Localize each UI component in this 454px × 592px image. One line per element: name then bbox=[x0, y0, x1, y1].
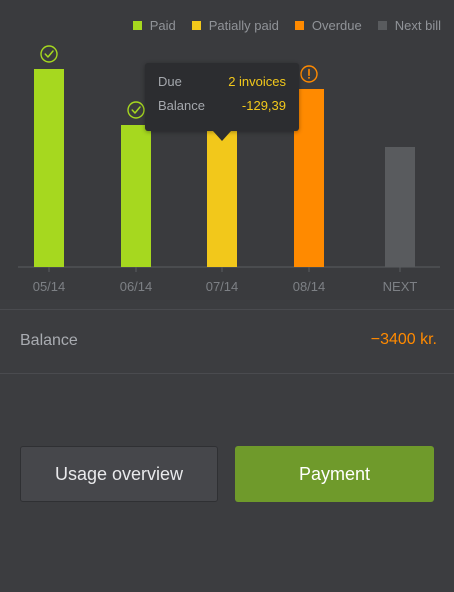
tooltip-balance-label: Balance bbox=[158, 98, 205, 113]
legend-item-partially-paid: Patially paid bbox=[191, 18, 279, 33]
bar-05-14[interactable] bbox=[34, 69, 64, 267]
legend-label-paid: Paid bbox=[149, 18, 176, 33]
bar-next[interactable] bbox=[385, 147, 415, 267]
balance-amount: −3400 kr. bbox=[370, 331, 437, 348]
x-tick-label-06-14: 06/14 bbox=[120, 279, 153, 294]
legend-item-next-bill: Next bill bbox=[377, 18, 441, 33]
legend-label-overdue: Overdue bbox=[311, 18, 362, 33]
billing-chart: 05/14 06/14 07/14 08/14 NEXT Paid Patially p… bbox=[0, 0, 454, 300]
billing-screen: 05/14 06/14 07/14 08/14 NEXT Paid Patially p… bbox=[0, 0, 454, 592]
x-tick-label-08-14: 08/14 bbox=[293, 279, 326, 294]
x-tick-label-next: NEXT bbox=[383, 279, 418, 294]
payment-button[interactable]: Payment bbox=[235, 446, 434, 502]
bar-07-14[interactable] bbox=[207, 129, 237, 267]
bar-tooltip: Due 2 invoices Balance -129,39 bbox=[145, 63, 299, 141]
tooltip-due-value: 2 invoices bbox=[228, 74, 286, 89]
balance-label: Balance bbox=[20, 332, 78, 349]
x-tick-label-05-14: 05/14 bbox=[33, 279, 66, 294]
bar-06-14[interactable] bbox=[121, 125, 151, 267]
legend-swatch-partially-paid bbox=[191, 21, 201, 30]
legend-label-partially-paid: Patially paid bbox=[208, 18, 279, 33]
overdue-alert-icon-08-14 bbox=[300, 65, 318, 83]
x-tick-label-07-14: 07/14 bbox=[206, 279, 239, 294]
tooltip-due-row: Due 2 invoices bbox=[158, 74, 286, 89]
tooltip-due-label: Due bbox=[158, 74, 182, 89]
bar-chart-svg: 05/14 06/14 07/14 08/14 NEXT bbox=[18, 45, 440, 294]
usage-overview-button[interactable]: Usage overview bbox=[20, 446, 218, 502]
paid-check-icon-06-14 bbox=[127, 101, 145, 119]
balance-row: Balance −3400 kr. bbox=[0, 309, 454, 374]
legend-label-next-bill: Next bill bbox=[394, 18, 441, 33]
chart-legend: Paid Patially paid Overdue Next bill bbox=[132, 18, 441, 33]
tooltip-balance-value: -129,39 bbox=[241, 98, 286, 113]
paid-check-icon-05-14 bbox=[40, 45, 58, 63]
legend-swatch-overdue bbox=[294, 21, 304, 30]
legend-swatch-next-bill bbox=[377, 21, 387, 30]
tooltip-balance-row: Balance -129,39 bbox=[158, 98, 286, 113]
legend-swatch-paid bbox=[132, 21, 142, 30]
legend-item-overdue: Overdue bbox=[294, 18, 362, 33]
legend-item-paid: Paid bbox=[132, 18, 176, 33]
